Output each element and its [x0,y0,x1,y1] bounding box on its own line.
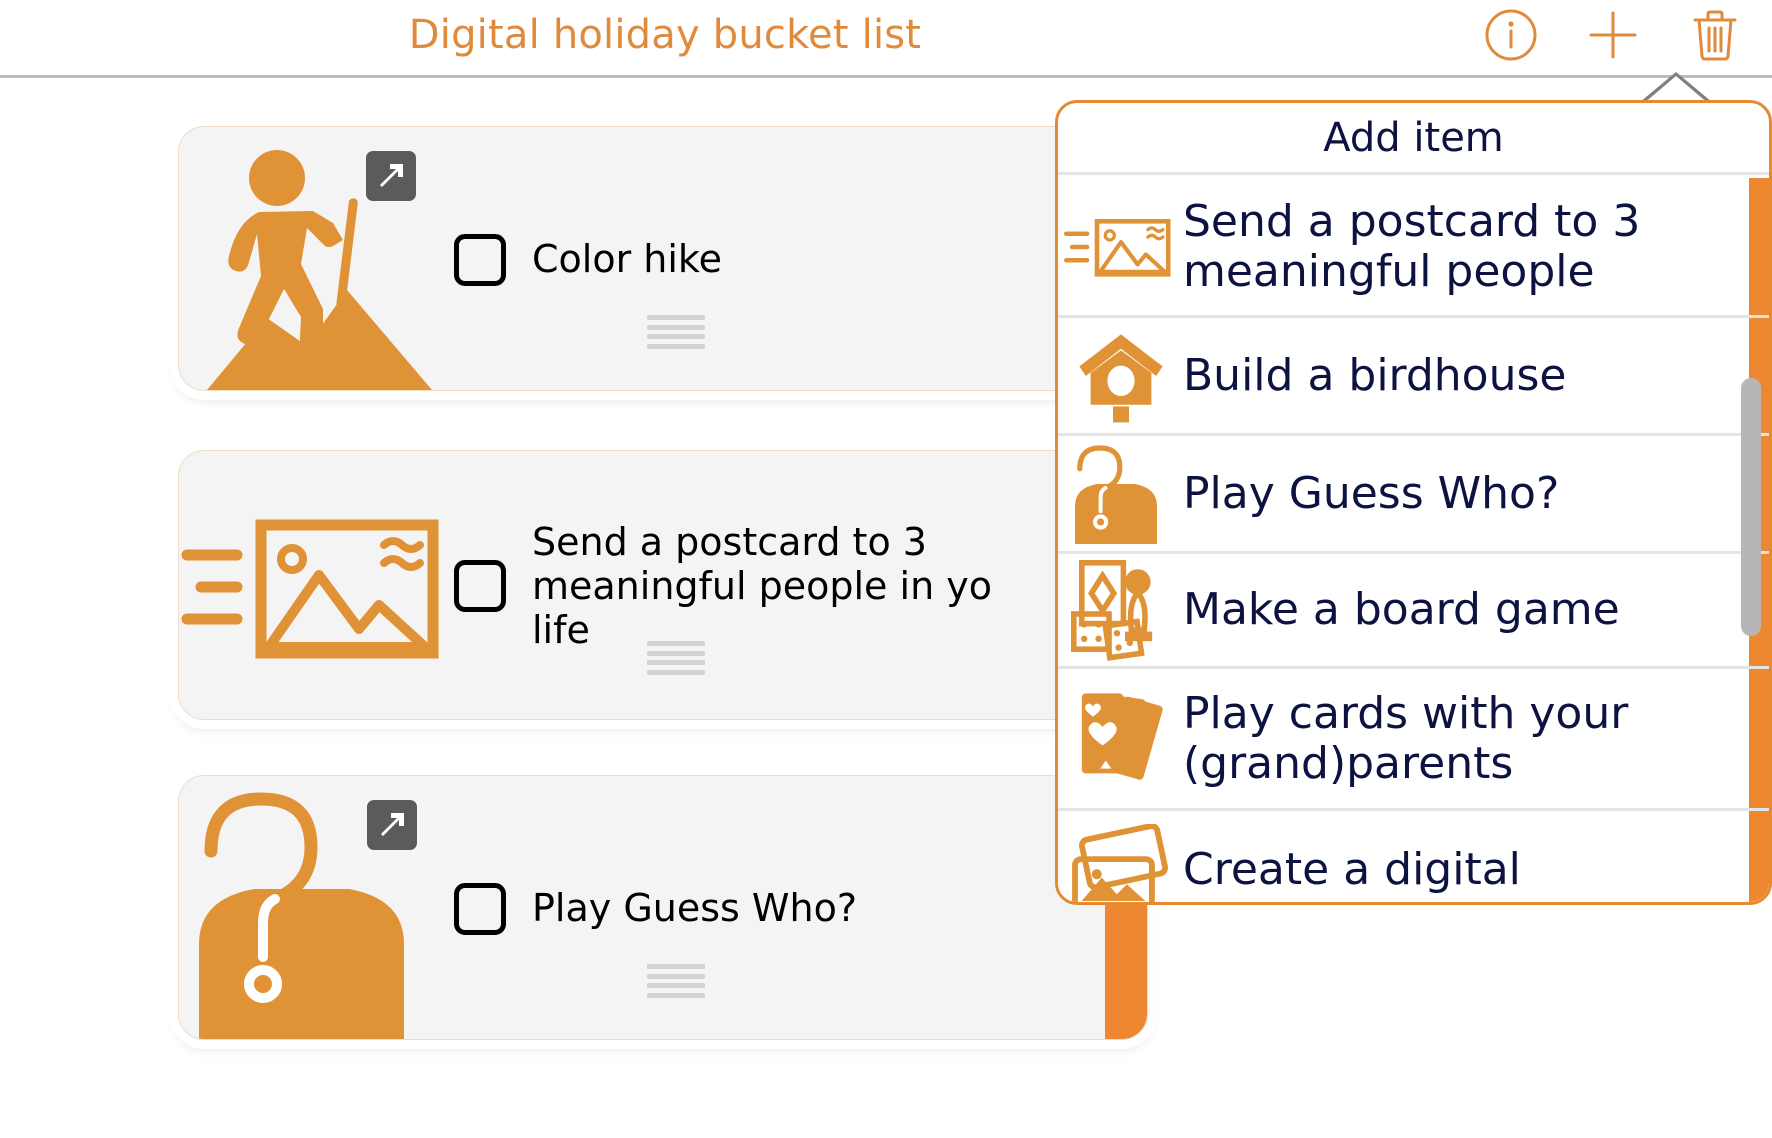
page-title: Digital holiday bucket list [408,12,922,58]
dropdown-item-label: Play Guess Who? [1183,467,1560,519]
list-item[interactable]: Color hike [178,126,1178,391]
list-item-content: Play Guess Who? [454,776,1094,1039]
dropdown-item-label: Build a birdhouse [1183,349,1567,401]
drag-handle[interactable] [647,315,705,349]
dropdown-scroll-area[interactable]: Send a postcard to 3 meaningful people B… [1058,178,1769,902]
dropdown-item-label: Play cards with your (grand)parents [1183,688,1629,789]
postcard-icon [179,497,459,677]
dropdown-item-send-a-postcard[interactable]: Send a postcard to 3 meaningful people [1058,178,1769,318]
list-item-content: Send a postcard to 3 meaningful people i… [454,451,1154,719]
dropdown-item-label: Send a postcard to 3 meaningful people [1183,196,1641,297]
list-item-checkbox[interactable] [454,882,506,935]
header-actions [1482,6,1744,64]
expand-icon[interactable] [366,151,416,201]
drag-handle[interactable] [647,641,705,675]
person-question-icon [1058,436,1183,551]
list-item-label: Play Guess Who? [532,886,857,931]
playing-cards-icon [1058,669,1183,808]
list-item-content: Color hike [454,127,1114,390]
list-item[interactable]: Play Guess Who? [178,775,1148,1040]
list-item[interactable]: Send a postcard to 3 meaningful people i… [178,450,1178,720]
list-item-label: Color hike [532,237,722,282]
list-item-checkbox[interactable] [454,560,506,612]
list-item-label: Send a postcard to 3 meaningful people i… [532,519,992,653]
trash-icon[interactable] [1686,6,1744,64]
app-root: Digital holiday bucket list Color hike S… [0,0,1772,1138]
dropdown-title: Add item [1058,103,1769,175]
dropdown-item-create-a-digital[interactable]: Create a digital [1058,811,1769,902]
dropdown-item-play-cards[interactable]: Play cards with your (grand)parents [1058,669,1769,811]
board-game-icon [1058,554,1183,666]
plus-icon[interactable] [1584,6,1642,64]
expand-icon[interactable] [367,800,417,850]
app-header: Digital holiday bucket list [0,0,1772,78]
dropdown-item-play-guess-who[interactable]: Play Guess Who? [1058,436,1769,554]
add-item-dropdown: Add item Send a postcard to 3 meaningful… [1055,100,1772,905]
birdhouse-icon [1058,318,1183,433]
info-icon[interactable] [1482,6,1540,64]
list-item-checkbox[interactable] [454,233,506,286]
dropdown-item-label: Make a board game [1183,584,1620,636]
dropdown-item-build-a-birdhouse[interactable]: Build a birdhouse [1058,318,1769,436]
postcard-icon [1058,178,1183,315]
dropdown-scrollbar-thumb[interactable] [1741,378,1761,636]
dropdown-item-make-a-board-game[interactable]: Make a board game [1058,554,1769,669]
dropdown-item-label: Create a digital [1183,843,1521,895]
drag-handle[interactable] [647,964,705,998]
photos-stack-icon [1058,811,1183,902]
